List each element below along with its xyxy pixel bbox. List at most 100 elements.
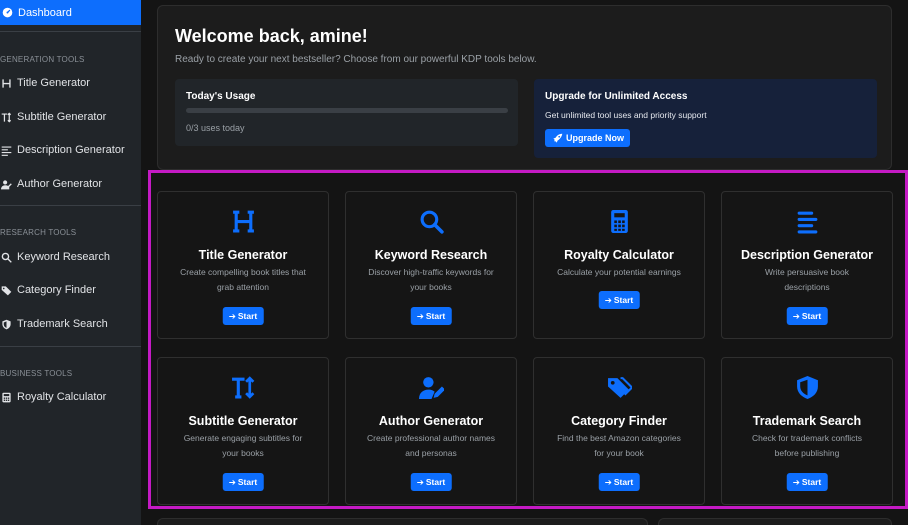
arrow-right-icon: ➔	[604, 294, 612, 305]
upgrade-title: Upgrade for Unlimited Access	[545, 91, 688, 102]
tool-title: Title Generator	[198, 248, 288, 262]
sidebar-item-label: Trademark Search	[17, 318, 108, 330]
sidebar-item-label: Subtitle Generator	[17, 111, 107, 123]
rocket-icon	[551, 132, 563, 144]
search-icon	[0, 251, 12, 263]
welcome-subtitle: Ready to create your next bestseller? Ch…	[175, 54, 537, 65]
start-button-label: Start	[613, 477, 634, 487]
sidebar-item-trademark-search[interactable]: Trademark Search	[0, 314, 141, 334]
start-button[interactable]: ➔ Start	[786, 307, 828, 325]
usage-progress-bar	[186, 108, 508, 113]
lower-panel	[157, 518, 648, 525]
page-title: Welcome back, amine!	[175, 26, 368, 46]
tags-icon	[0, 284, 12, 296]
sidebar-item-dashboard[interactable]: Dashboard	[0, 0, 141, 25]
tool-title: Trademark Search	[752, 414, 862, 428]
tool-description: Generate engaging subtitles for your boo…	[183, 433, 303, 458]
arrow-right-icon: ➔	[228, 310, 236, 321]
align-left-icon	[0, 144, 12, 156]
upgrade-card: Upgrade for Unlimited Access Get unlimit…	[534, 79, 877, 158]
arrow-right-icon: ➔	[228, 476, 236, 487]
dashboard-icon	[1, 7, 13, 19]
calculator-icon	[0, 391, 12, 403]
arrow-right-icon: ➔	[792, 476, 800, 487]
heading-icon	[0, 77, 12, 89]
usage-card: Today's Usage 0/3 uses today	[175, 79, 518, 146]
arrow-right-icon: ➔	[792, 310, 800, 321]
usage-count: 0/3 uses today	[186, 123, 245, 133]
upgrade-button-label: Upgrade Now	[566, 133, 625, 143]
sidebar-item-title-generator[interactable]: Title Generator	[0, 73, 141, 93]
sidebar-heading-generation: GENERATION TOOLS	[0, 55, 85, 64]
align-left-icon	[722, 209, 892, 235]
tool-title: Royalty Calculator	[564, 248, 674, 262]
start-button-label: Start	[425, 477, 446, 487]
upgrade-description: Get unlimited tool uses and priority sup…	[545, 110, 707, 120]
lower-panel	[658, 518, 892, 525]
tool-description: Create professional author names and per…	[366, 433, 496, 458]
sidebar-heading-research: RESEARCH TOOLS	[0, 228, 77, 237]
start-button[interactable]: ➔ Start	[786, 473, 828, 491]
start-button-label: Start	[237, 477, 258, 487]
tool-card-title-generator: Title Generator Create compelling book t…	[157, 191, 329, 339]
text-height-icon	[0, 111, 12, 123]
start-button-label: Start	[801, 311, 822, 321]
start-button[interactable]: ➔ Start	[222, 473, 264, 491]
sidebar-item-author-generator[interactable]: Author Generator	[0, 174, 141, 194]
tool-description: Create compelling book titles that grab …	[180, 267, 306, 292]
shield-icon	[0, 318, 12, 330]
tool-card-royalty-calculator: Royalty Calculator Calculate your potent…	[533, 191, 705, 339]
arrow-right-icon: ➔	[416, 476, 424, 487]
tool-card-subtitle-generator: Subtitle Generator Generate engaging sub…	[157, 357, 329, 505]
tool-card-description-generator: Description Generator Write persuasive b…	[721, 191, 893, 339]
tool-description: Calculate your potential earnings	[557, 267, 681, 277]
start-button-label: Start	[613, 295, 634, 305]
user-pen-icon	[346, 375, 516, 401]
start-button[interactable]: ➔ Start	[598, 291, 640, 309]
user-pen-icon	[0, 178, 12, 190]
tool-title: Description Generator	[741, 248, 873, 262]
sidebar-divider	[0, 205, 141, 206]
usage-title: Today's Usage	[186, 91, 256, 102]
tool-card-author-generator: Author Generator Create professional aut…	[345, 357, 517, 505]
tool-card-keyword-research: Keyword Research Discover high-traffic k…	[345, 191, 517, 339]
tool-description: Find the best Amazon categories for your…	[557, 433, 681, 458]
sidebar-item-keyword-research[interactable]: Keyword Research	[0, 247, 141, 267]
tool-title: Category Finder	[571, 414, 667, 428]
text-height-icon	[158, 375, 328, 401]
tool-description: Discover high-traffic keywords for your …	[368, 267, 494, 292]
sidebar-item-description-generator[interactable]: Description Generator	[0, 140, 141, 160]
sidebar-item-label: Category Finder	[17, 284, 96, 296]
sidebar-item-label: Title Generator	[17, 77, 90, 89]
calculator-icon	[534, 209, 704, 235]
start-button[interactable]: ➔ Start	[222, 307, 264, 325]
sidebar-divider	[0, 31, 141, 32]
sidebar-divider	[0, 346, 141, 347]
start-button-label: Start	[425, 311, 446, 321]
start-button-label: Start	[237, 311, 258, 321]
shield-icon	[722, 375, 892, 401]
sidebar-item-label: Dashboard	[18, 6, 72, 19]
sidebar-item-label: Description Generator	[17, 144, 125, 156]
start-button[interactable]: ➔ Start	[410, 473, 452, 491]
tool-card-category-finder: Category Finder Find the best Amazon cat…	[533, 357, 705, 505]
sidebar-item-category-finder[interactable]: Category Finder	[0, 280, 141, 300]
sidebar: Dashboard GENERATION TOOLS Title Generat…	[0, 0, 141, 525]
tool-description: Check for trademark conflicts before pub…	[751, 433, 863, 458]
sidebar-item-subtitle-generator[interactable]: Subtitle Generator	[0, 107, 141, 127]
start-button[interactable]: ➔ Start	[410, 307, 452, 325]
welcome-panel: Welcome back, amine! Ready to create you…	[157, 5, 892, 170]
start-button-label: Start	[801, 477, 822, 487]
arrow-right-icon: ➔	[416, 310, 424, 321]
tool-title: Author Generator	[378, 414, 484, 428]
upgrade-now-button[interactable]: Upgrade Now	[545, 129, 631, 147]
tool-card-trademark-search: Trademark Search Check for trademark con…	[721, 357, 893, 505]
tool-description: Write persuasive book descriptions	[765, 267, 849, 292]
sidebar-item-royalty-calculator[interactable]: Royalty Calculator	[0, 387, 141, 407]
sidebar-heading-business: BUSINESS TOOLS	[0, 369, 73, 378]
start-button[interactable]: ➔ Start	[598, 473, 640, 491]
heading-icon	[158, 209, 328, 235]
sidebar-item-label: Author Generator	[17, 178, 102, 190]
sidebar-item-label: Royalty Calculator	[17, 391, 107, 403]
tool-title: Keyword Research	[374, 248, 488, 262]
